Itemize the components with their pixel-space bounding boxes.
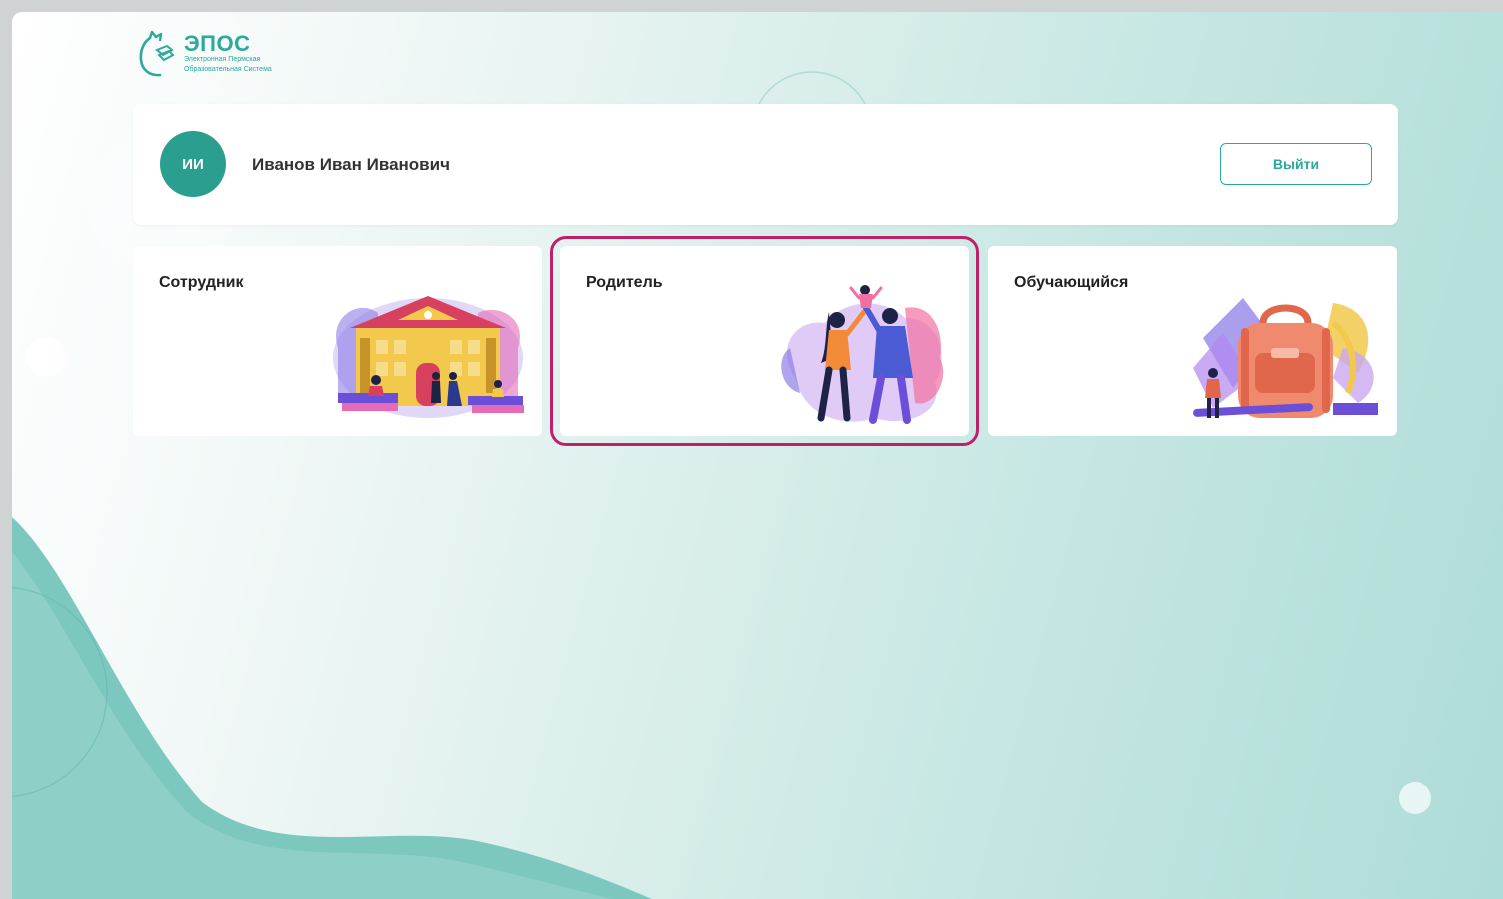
profile-card: ИИ Иванов Иван Иванович Выйти [133, 104, 1398, 225]
logout-button[interactable]: Выйти [1220, 143, 1372, 185]
app-window: ЭПОС Электронная Пермская Образовательна… [12, 12, 1503, 899]
role-title: Обучающийся [1014, 274, 1129, 291]
role-title: Родитель [586, 274, 663, 291]
role-title: Сотрудник [159, 274, 244, 291]
logo-cat-icon [139, 30, 175, 77]
logo-title: ЭПОС [184, 31, 251, 56]
role-card-employee[interactable]: Сотрудник [133, 246, 542, 436]
epos-logo[interactable]: ЭПОС Электронная Пермская Образовательна… [136, 28, 272, 80]
decor-dot [26, 337, 66, 377]
avatar: ИИ [160, 131, 226, 197]
logo-subtitle-1: Электронная Пермская [184, 56, 261, 63]
role-card-student[interactable]: Обучающийся [988, 246, 1397, 436]
backpack-illustration [1193, 298, 1378, 418]
logo-subtitle-2: Образовательная Система [184, 66, 272, 73]
family-illustration [781, 285, 944, 424]
school-building-illustration [333, 296, 524, 418]
role-card-parent[interactable]: Родитель [550, 236, 979, 446]
user-name: Иванов Иван Иванович [252, 155, 450, 174]
decor-dot [1399, 782, 1431, 814]
